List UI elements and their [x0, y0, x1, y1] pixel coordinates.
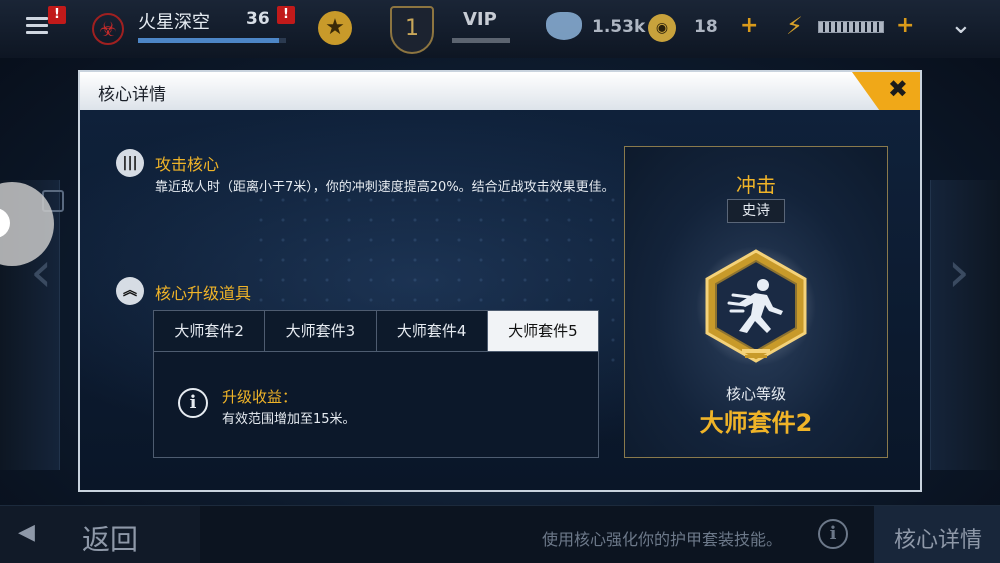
xp-progress-bar [138, 38, 286, 43]
back-button[interactable]: ◀ 返回 [0, 506, 200, 563]
benefit-title: 升级收益： [222, 388, 298, 406]
credits-count: 1.53k [592, 17, 646, 37]
core-detail-label: 核心详情 [894, 528, 983, 553]
floating-assist-dot [0, 208, 10, 238]
ammo-icon: ||| [116, 149, 144, 177]
info-icon[interactable]: i [818, 519, 848, 549]
back-label: 返回 [82, 523, 139, 556]
star-icon[interactable]: ★ [318, 11, 352, 45]
gem-icon [546, 12, 582, 40]
add-energy-button[interactable]: + [896, 13, 914, 38]
core-level-label: 核心等级 [725, 385, 786, 403]
sprint-emblem-icon [696, 246, 816, 366]
player-name: 火星深空 [138, 12, 210, 33]
tab-master-kit-3[interactable]: 大师套件3 [265, 311, 377, 351]
vip-label[interactable]: VIP [463, 9, 497, 30]
double-chevron-up-icon: ︽ [116, 277, 144, 305]
player-level: 36 [246, 9, 270, 29]
tab-master-kit-2[interactable]: 大师套件2 [154, 311, 266, 351]
core-detail-modal: 核心详情 ✖ ||| 攻击核心 靠近敌人时（距离小于7米），你的冲刺速度提高20… [78, 70, 922, 492]
close-icon[interactable]: ✖ [888, 75, 908, 103]
menu-icon[interactable] [26, 17, 48, 35]
benefit-text: 有效范围增加至15米。 [222, 412, 356, 427]
close-button[interactable] [852, 72, 920, 110]
core-level-value: 大师套件2 [699, 409, 813, 437]
coin-icon: ◉ [648, 14, 676, 42]
modal-header: 核心详情 ✖ [80, 72, 920, 110]
upgrade-tab-panel: i 升级收益： 有效范围增加至15米。 [153, 352, 599, 458]
core-name: 冲击 [736, 173, 776, 197]
modal-body: ||| 攻击核心 靠近敌人时（距离小于7米），你的冲刺速度提高20%。结合近战攻… [80, 110, 920, 490]
hint-text: 使用核心强化你的护甲套装技能。 [542, 530, 783, 549]
arrow-left-icon: ◀ [18, 520, 35, 545]
core-card: 冲击 史诗 核心等级 大师套件2 [624, 146, 888, 458]
chevron-down-icon[interactable]: ⌄ [950, 10, 972, 40]
xp-progress-fill [138, 38, 279, 43]
hazard-icon: ☣ [92, 13, 124, 45]
add-gold-button[interactable]: + [740, 13, 758, 38]
modal-title: 核心详情 [98, 85, 166, 105]
gold-count: 18 [694, 17, 718, 37]
profile-alert-badge: ! [277, 6, 295, 24]
core-detail-button[interactable]: 核心详情 [874, 506, 1000, 563]
vip-progress-bar [452, 38, 510, 43]
info-icon: i [178, 388, 208, 418]
energy-bar [818, 21, 884, 33]
next-arrow-icon[interactable]: › [948, 245, 970, 301]
upgrade-items-title: 核心升级道具 [155, 284, 252, 303]
bottom-bar: ◀ 返回 使用核心强化你的护甲套装技能。 i 核心详情 [0, 505, 1000, 563]
rank-shield-icon[interactable]: 1 [390, 6, 434, 54]
rarity-badge: 史诗 [727, 199, 785, 223]
tab-master-kit-4[interactable]: 大师套件4 [376, 311, 488, 351]
bolt-icon: ⚡ [786, 12, 803, 40]
upgrade-tabs: 大师套件2 大师套件3 大师套件4 大师套件5 [153, 310, 599, 352]
attack-core-title: 攻击核心 [155, 155, 220, 174]
side-panel-right [930, 180, 1000, 470]
attack-core-description: 靠近敌人时（距离小于7米），你的冲刺速度提高20%。结合近战攻击效果更佳。 [155, 180, 615, 195]
top-bar: ! ☣ 火星深空 36 ! ★ 1 VIP 1.53k ◉ 18 + ⚡ + ⌄ [0, 0, 1000, 58]
rank-number: 1 [405, 16, 419, 41]
tab-master-kit-5[interactable]: 大师套件5 [487, 311, 598, 351]
menu-alert-badge: ! [48, 6, 66, 24]
